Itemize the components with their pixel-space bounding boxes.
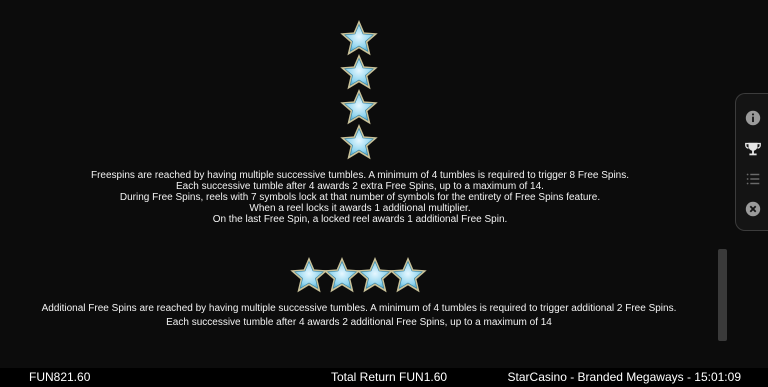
star-icon bbox=[339, 122, 379, 162]
star-icon bbox=[339, 52, 379, 92]
star-icon bbox=[388, 255, 428, 295]
scrollbar-thumb[interactable] bbox=[718, 249, 727, 341]
info-icon[interactable] bbox=[744, 109, 762, 127]
rule-line: When a reel locks it awards 1 additional… bbox=[249, 203, 471, 214]
trophy-icon[interactable] bbox=[744, 140, 762, 158]
rule-line: Each successive tumble after 4 awards 2 … bbox=[176, 181, 544, 192]
additional-freespins-description: Additional Free Spins are reached by hav… bbox=[28, 303, 690, 328]
side-menu-panel bbox=[735, 93, 768, 231]
total-return-value: Total Return FUN1.60 bbox=[331, 370, 448, 384]
status-bar: FUN821.60 Total Return FUN1.60 StarCasin… bbox=[0, 368, 768, 387]
rule-line: Freespins are reached by having multiple… bbox=[90, 170, 630, 181]
balance-value: FUN821.60 bbox=[29, 370, 91, 384]
rule-line: Additional Free Spins are reached by hav… bbox=[41, 303, 677, 314]
rule-line: Each successive tumble after 4 awards 2 … bbox=[166, 317, 552, 328]
paytable-page: Freespins are reached by having multiple… bbox=[0, 0, 768, 387]
rule-line: On the last Free Spin, a locked reel awa… bbox=[212, 214, 508, 225]
close-icon[interactable] bbox=[744, 200, 762, 218]
rule-line: During Free Spins, reels with 7 symbols … bbox=[119, 192, 601, 203]
star-icon bbox=[339, 87, 379, 127]
list-icon[interactable] bbox=[744, 170, 762, 188]
freespins-description: Freespins are reached by having multiple… bbox=[20, 170, 700, 225]
casino-info: StarCasino - Branded Megaways - 15:01:09 bbox=[507, 370, 741, 384]
